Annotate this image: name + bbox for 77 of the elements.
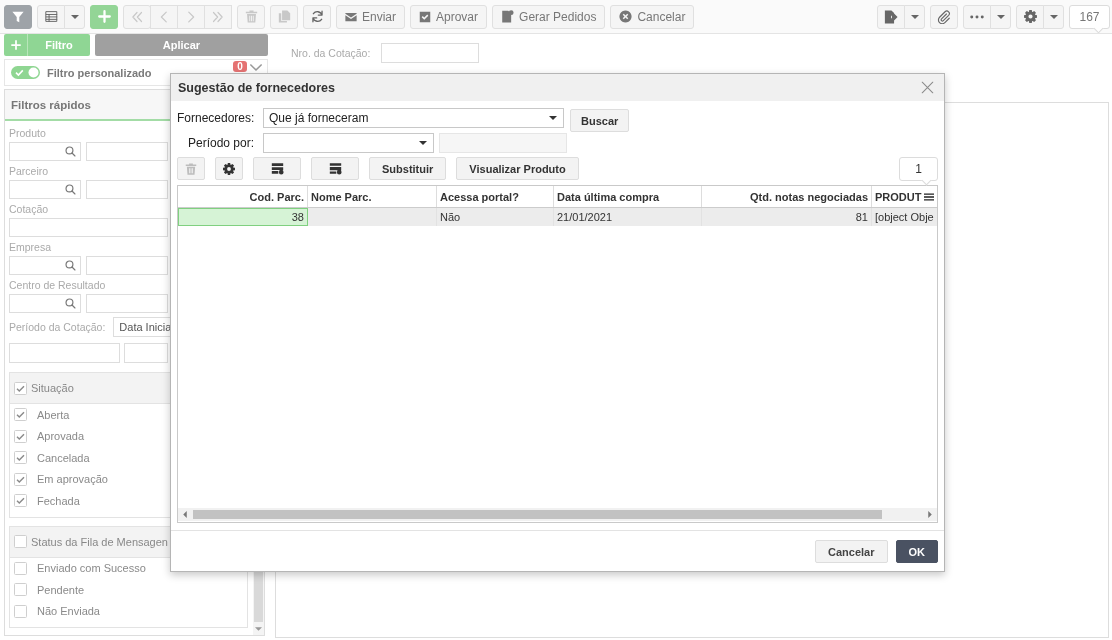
more-button[interactable]	[963, 4, 991, 29]
table-icon	[44, 10, 58, 23]
dropdown-button[interactable]	[64, 4, 85, 29]
filter-toggle-button[interactable]	[4, 4, 32, 29]
field-label: Produto	[9, 127, 46, 140]
group-title: Status da Fila de Mensagen	[31, 535, 168, 548]
close-button[interactable]	[921, 81, 934, 94]
paperclip-icon	[937, 9, 951, 24]
view-button[interactable]	[37, 4, 65, 29]
cancel-button[interactable]: Cancelar	[610, 4, 695, 29]
menu-icon[interactable]	[924, 192, 934, 201]
field-label: Período por:	[186, 135, 255, 152]
caret-down-icon[interactable]	[255, 627, 262, 631]
option-label: Em aprovação	[37, 473, 108, 486]
column-header[interactable]: PRODUT	[872, 186, 936, 207]
caret-icon	[910, 14, 919, 19]
ellipsis-icon	[970, 14, 984, 19]
table-cell: Não	[437, 208, 554, 226]
option-label: Cancelada	[37, 451, 90, 464]
toggle-switch[interactable]	[11, 66, 40, 79]
page-number: 1	[899, 157, 938, 186]
dropdown-button[interactable]	[904, 4, 925, 29]
attach-button[interactable]	[930, 4, 958, 29]
option-label: Enviado com Sucesso	[37, 562, 146, 575]
settings-button[interactable]	[1016, 4, 1044, 29]
option-label: Aberta	[37, 408, 70, 421]
export-button[interactable]	[877, 4, 905, 29]
dropdown-button[interactable]	[1043, 4, 1064, 29]
double-chevron-right-icon	[212, 10, 224, 23]
chevron-down-icon[interactable]	[250, 64, 262, 71]
field-label: Período da Cotação:	[9, 320, 106, 334]
caret-icon	[996, 14, 1005, 19]
caret-icon	[70, 14, 79, 19]
double-chevron-left-icon	[131, 10, 143, 23]
approve-button[interactable]: Aprovar	[410, 4, 488, 29]
dropdown-button[interactable]	[990, 4, 1011, 29]
document-icon	[501, 10, 515, 23]
ok-button[interactable]: OK	[895, 540, 938, 563]
trash-icon	[244, 10, 258, 23]
quote-number-field[interactable]	[381, 43, 480, 63]
field-label: Cotação	[9, 203, 49, 216]
option-label: Fechada	[37, 494, 80, 507]
document-arrow-icon	[884, 9, 898, 24]
custom-filter-label: Filtro personalizado	[47, 66, 152, 79]
field-label: Centro de Resultado	[9, 279, 106, 292]
field-label: Empresa	[9, 241, 51, 254]
option-label: Não Enviada	[37, 605, 100, 618]
field-label: Parceiro	[9, 165, 49, 178]
plus-icon	[97, 10, 111, 23]
chevron-left-icon	[158, 10, 170, 23]
close-icon	[921, 81, 934, 94]
envelope-icon	[345, 10, 357, 23]
table-cell-text: [object Obje	[874, 210, 935, 225]
settings-icon	[1023, 10, 1037, 23]
panel-title: Filtros rápidos	[11, 98, 91, 111]
plus-icon	[10, 40, 21, 50]
option-label: Aprovada	[37, 430, 85, 443]
send-button[interactable]: Enviar	[336, 4, 405, 29]
group-title: Situação	[31, 382, 74, 394]
record-count: 167	[1069, 5, 1110, 34]
add-button[interactable]	[90, 4, 118, 29]
copy-icon	[277, 10, 291, 23]
refresh-icon	[310, 10, 324, 23]
generate-orders-button[interactable]: Gerar Pedidos	[492, 4, 606, 29]
table-cell: 38	[178, 208, 308, 226]
field-label: Nro. da Cotação:	[291, 46, 371, 61]
refresh-button[interactable]	[303, 4, 331, 29]
caret-right-icon[interactable]	[928, 511, 932, 518]
chevron-right-icon	[185, 10, 197, 23]
table-cell: 81	[702, 208, 872, 226]
count-badge: 0	[233, 61, 247, 72]
caret-icon	[1049, 14, 1058, 19]
field-label: Fornecedores:	[177, 110, 256, 127]
dialog-title: Sugestão de fornecedores	[178, 80, 335, 95]
filter-icon	[12, 10, 24, 23]
option-label: Pendente	[37, 583, 85, 596]
table-cell: 21/01/2021	[554, 208, 702, 226]
